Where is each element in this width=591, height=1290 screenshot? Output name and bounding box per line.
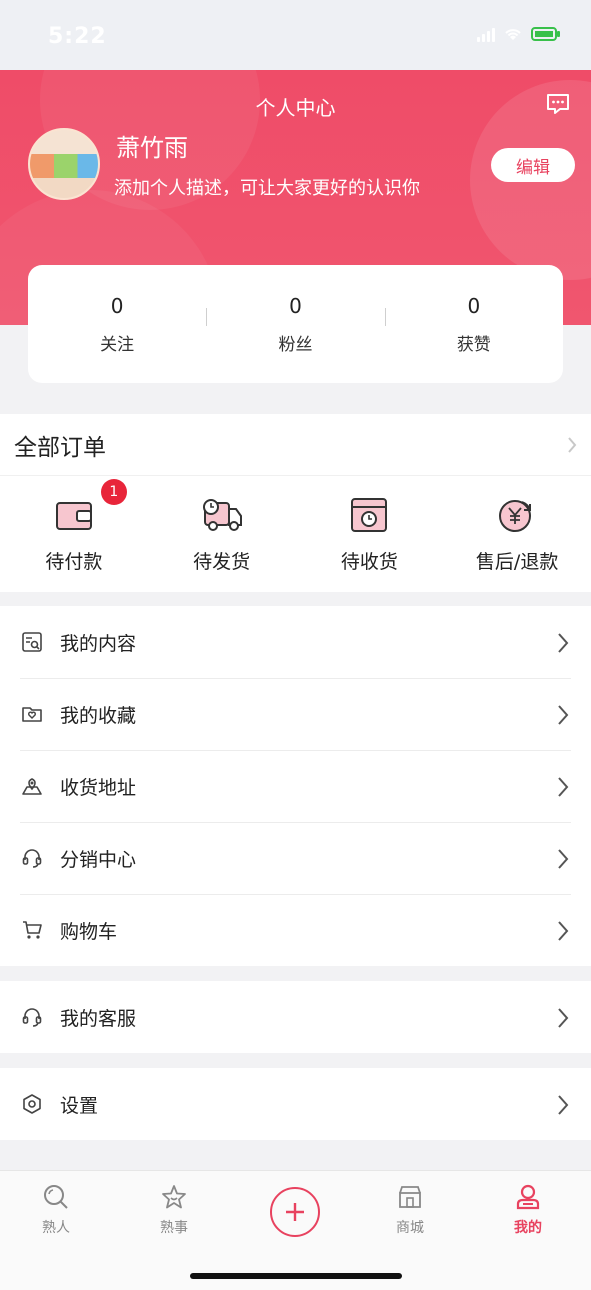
order-pending-shipment[interactable]: 待发货	[148, 495, 296, 574]
user-icon	[516, 1184, 540, 1210]
order-pending-payment[interactable]: 1 待付款	[0, 478, 148, 574]
battery-icon	[531, 27, 560, 41]
page-title: 个人中心	[255, 96, 336, 120]
folder-heart-icon	[20, 702, 44, 726]
stats-card: 0 关注 0 粉丝 0 获赞	[28, 265, 563, 383]
plus-icon	[286, 1203, 304, 1221]
order-label: 待付款	[45, 550, 103, 573]
star-icon	[162, 1185, 186, 1209]
chevron-right-icon	[558, 921, 569, 941]
shopping-cart-icon	[20, 918, 44, 942]
chevron-right-icon	[558, 1095, 569, 1115]
tab-acquaintances[interactable]: 熟人	[16, 1183, 96, 1237]
stat-value: 0	[289, 293, 302, 318]
order-label: 待发货	[193, 550, 251, 573]
tab-mall[interactable]: 商城	[370, 1183, 450, 1237]
yen-refund-icon	[499, 499, 532, 532]
chevron-right-icon	[558, 1008, 569, 1028]
tab-label: 我的	[514, 1220, 542, 1236]
user-name: 萧竹雨	[116, 134, 188, 162]
document-search-icon	[20, 630, 44, 654]
wifi-icon	[505, 29, 521, 40]
order-pending-receipt[interactable]: 待收货	[296, 495, 444, 574]
menu-label: 购物车	[60, 920, 118, 943]
menu-group-service: 我的客服	[0, 981, 591, 1053]
stat-likes[interactable]: 0 获赞	[384, 293, 563, 355]
settings-icon	[20, 1092, 44, 1116]
tab-label: 熟事	[160, 1220, 188, 1236]
store-icon	[399, 1186, 421, 1208]
menu-item-my-favorites[interactable]: 我的收藏	[0, 678, 591, 750]
stat-label: 获赞	[456, 334, 491, 355]
chevron-right-icon	[558, 777, 569, 797]
create-post-button[interactable]	[270, 1187, 320, 1237]
menu-label: 设置	[60, 1094, 99, 1117]
menu-item-settings[interactable]: 设置	[0, 1068, 591, 1140]
map-location-icon	[20, 774, 44, 798]
stat-followers[interactable]: 0 粉丝	[206, 294, 384, 355]
menu-item-customer-service[interactable]: 我的客服	[0, 981, 591, 1053]
stat-label: 粉丝	[278, 334, 313, 355]
menu-label: 收货地址	[60, 776, 137, 799]
orders-section: 全部订单 1 待付款 待发货 待收货 售后/退款	[0, 414, 591, 592]
package-clock-icon	[351, 497, 388, 532]
menu-group-main: 我的内容 我的收藏 收货地址 分销中心 购物车	[0, 606, 591, 966]
stat-label: 关注	[100, 334, 135, 355]
orders-title: 全部订单	[14, 434, 106, 461]
avatar[interactable]	[28, 128, 100, 200]
menu-item-distribution-center[interactable]: 分销中心	[0, 822, 591, 894]
delivery-truck-icon	[202, 498, 242, 531]
order-after-sales[interactable]: 售后/退款	[443, 495, 591, 574]
status-time: 5:22	[48, 24, 107, 49]
chevron-right-icon	[558, 705, 569, 725]
menu-item-shipping-address[interactable]: 收货地址	[0, 750, 591, 822]
chevron-right-icon	[558, 849, 569, 869]
tab-label: 熟人	[42, 1220, 70, 1236]
status-bar: 5:22	[0, 0, 591, 70]
menu-label: 我的客服	[60, 1007, 137, 1030]
signal-icon	[477, 26, 495, 42]
headset-icon	[20, 1005, 44, 1029]
menu-label: 我的内容	[60, 632, 137, 655]
wallet-icon	[55, 501, 92, 530]
notification-badge: 1	[100, 478, 127, 505]
user-description[interactable]: 添加个人描述，可让大家更好的认识你	[114, 174, 420, 200]
status-icons	[477, 26, 561, 42]
tab-affairs[interactable]: 熟事	[134, 1183, 214, 1237]
tab-mine[interactable]: 我的	[488, 1183, 568, 1237]
chevron-right-icon	[568, 437, 577, 453]
order-label: 待收货	[340, 550, 398, 573]
home-indicator	[190, 1273, 402, 1279]
menu-group-settings: 设置	[0, 1068, 591, 1140]
headset-icon	[20, 846, 44, 870]
all-orders-row[interactable]: 全部订单	[0, 414, 591, 476]
chevron-right-icon	[558, 633, 569, 653]
edit-profile-button[interactable]: 编辑	[491, 148, 575, 182]
menu-label: 分销中心	[60, 848, 137, 871]
stat-value: 0	[467, 293, 481, 318]
menu-item-shopping-cart[interactable]: 购物车	[0, 894, 591, 966]
bottom-tab-bar: 熟人 熟事 商城 我的	[0, 1170, 591, 1290]
tab-label: 商城	[396, 1220, 424, 1236]
stat-following[interactable]: 0 关注	[28, 294, 206, 355]
menu-label: 我的收藏	[60, 704, 137, 727]
menu-item-my-content[interactable]: 我的内容	[0, 606, 591, 678]
stat-value: 0	[110, 293, 124, 318]
order-label: 售后/退款	[475, 550, 559, 573]
search-icon	[44, 1185, 68, 1209]
message-icon[interactable]	[545, 92, 571, 116]
